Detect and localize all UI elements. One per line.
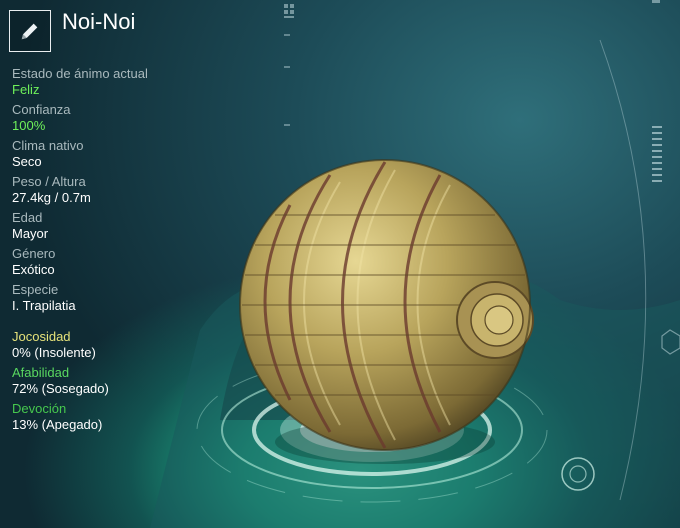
creature-name: Noi-Noi bbox=[62, 9, 136, 34]
stat-label: Edad bbox=[12, 210, 43, 225]
trait-value: 72% (Sosegado) bbox=[12, 381, 109, 396]
trait-friendliness: Afabilidad 72% (Sosegado) bbox=[12, 365, 252, 397]
stat-label: Estado de ánimo actual bbox=[12, 66, 148, 81]
stat-climate: Clima nativo Seco bbox=[12, 138, 252, 170]
traits-panel: Jocosidad 0% (Insolente) Afabilidad 72% … bbox=[12, 329, 252, 437]
stat-value: I. Trapilatia bbox=[12, 298, 76, 313]
stat-mood: Estado de ánimo actual Feliz bbox=[12, 66, 252, 98]
trait-value: 13% (Apegado) bbox=[12, 417, 103, 432]
stat-age: Edad Mayor bbox=[12, 210, 252, 242]
stat-label: Clima nativo bbox=[12, 138, 84, 153]
stat-value: Feliz bbox=[12, 82, 40, 97]
pencil-icon bbox=[21, 23, 38, 40]
stat-value: 27.4kg / 0.7m bbox=[12, 190, 91, 205]
stat-trust: Confianza 100% bbox=[12, 102, 252, 134]
stat-value: 100% bbox=[12, 118, 46, 133]
trait-label: Devoción bbox=[12, 401, 67, 416]
stat-weight-height: Peso / Altura 27.4kg / 0.7m bbox=[12, 174, 252, 206]
trait-label: Jocosidad bbox=[12, 329, 71, 344]
stat-value: Seco bbox=[12, 154, 42, 169]
stat-label: Género bbox=[12, 246, 56, 261]
edit-name-button[interactable] bbox=[9, 10, 51, 52]
stat-gender: Género Exótico bbox=[12, 246, 252, 278]
stat-label: Confianza bbox=[12, 102, 71, 117]
stat-value: Exótico bbox=[12, 262, 55, 277]
stat-label: Peso / Altura bbox=[12, 174, 86, 189]
trait-devotion: Devoción 13% (Apegado) bbox=[12, 401, 252, 433]
stats-panel: Estado de ánimo actual Feliz Confianza 1… bbox=[12, 66, 252, 318]
trait-playfulness: Jocosidad 0% (Insolente) bbox=[12, 329, 252, 361]
trait-label: Afabilidad bbox=[12, 365, 70, 380]
trait-value: 0% (Insolente) bbox=[12, 345, 96, 360]
stat-species: Especie I. Trapilatia bbox=[12, 282, 252, 314]
stat-label: Especie bbox=[12, 282, 59, 297]
stat-value: Mayor bbox=[12, 226, 49, 241]
